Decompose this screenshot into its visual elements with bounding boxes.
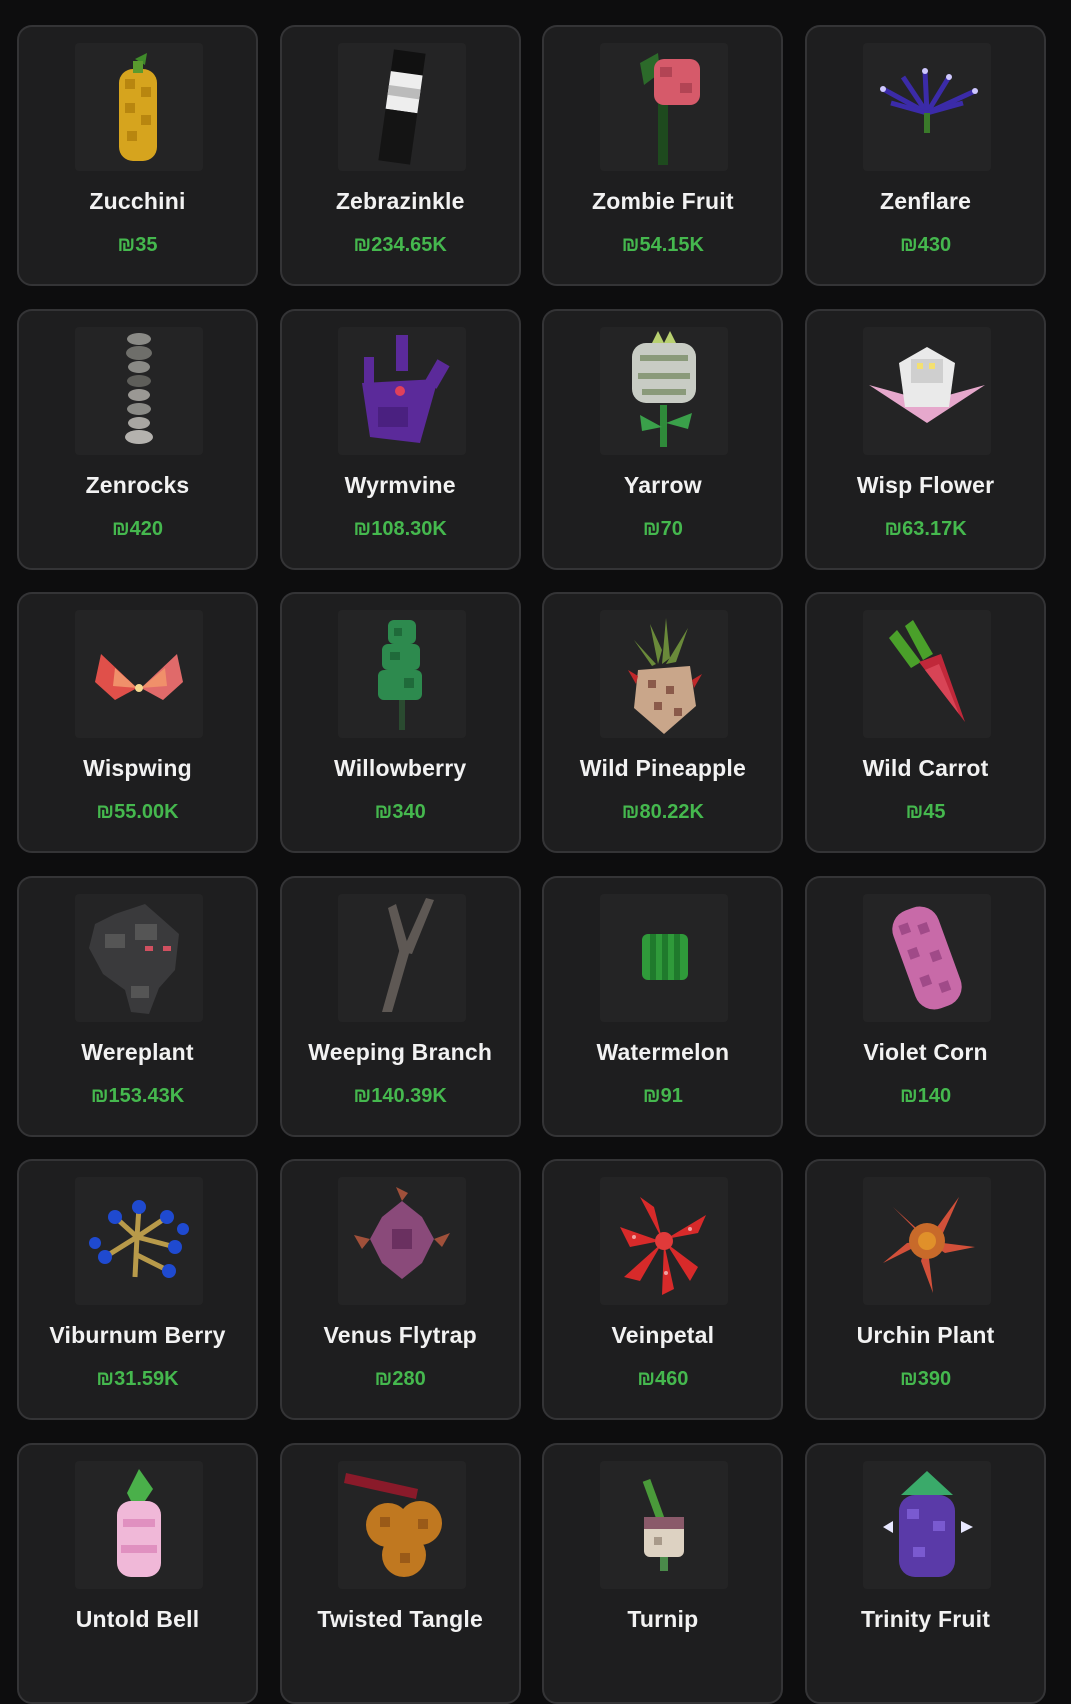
zenrocks-icon [75,326,203,455]
item-name: Yarrow [623,471,702,498]
item-card-venus-flytrap[interactable]: Venus Flytrap ₪280 [279,1159,521,1420]
item-grid: Zucchini ₪35 Zebrazinkle ₪234.65K Zombie… [17,25,1047,1704]
item-card-wereplant[interactable]: Wereplant ₪153.43K [17,875,258,1137]
item-card-wispwing[interactable]: Wispwing ₪55.00K [17,592,258,853]
item-price: ₪234.65K [353,234,447,256]
item-name: Zucchini [89,188,186,214]
willowberry-icon [337,610,466,738]
item-card-zenflare[interactable]: Zenflare ₪430 [805,25,1047,286]
wispwing-icon [75,610,203,738]
item-card-trinity-fruit[interactable]: Trinity Fruit [805,1442,1047,1704]
item-name: Turnip [627,1605,699,1632]
wyrmvine-icon [337,326,466,455]
item-price: ₪460 [637,1368,689,1390]
item-name: Wyrmvine [344,471,456,498]
item-price: ₪390 [900,1368,952,1390]
item-card-zombie-fruit[interactable]: Zombie Fruit ₪54.15K [542,25,784,286]
zebrazinkle-icon [337,43,466,171]
item-name: Wereplant [81,1038,194,1065]
item-price: ₪54.15K [621,234,704,256]
item-card-zucchini[interactable]: Zucchini ₪35 [17,25,258,286]
item-name: Veinpetal [611,1322,715,1348]
item-card-watermelon[interactable]: Watermelon ₪91 [542,875,784,1137]
item-card-wisp-flower[interactable]: Wisp Flower ₪63.17K [805,308,1047,570]
item-name: Urchin Plant [856,1322,995,1348]
item-name: Watermelon [596,1038,730,1065]
item-name: Willowberry [334,755,467,781]
viburnum-berry-icon [75,1177,203,1305]
item-price: ₪153.43K [90,1084,185,1107]
wild-carrot-icon [863,610,992,738]
item-name: Zebrazinkle [335,188,465,214]
wisp-flower-icon [863,326,992,455]
item-card-wyrmvine[interactable]: Wyrmvine ₪108.30K [279,308,521,570]
twisted-tangle-icon [337,1460,466,1589]
venus-flytrap-icon [337,1177,466,1305]
wild-pineapple-icon [600,610,729,738]
item-price: ₪140 [900,1084,952,1107]
zucchini-icon [75,43,203,171]
item-name: Wispwing [83,755,192,781]
item-name: Wisp Flower [856,471,995,498]
item-card-zebrazinkle[interactable]: Zebrazinkle ₪234.65K [279,25,521,286]
item-name: Violet Corn [863,1038,988,1065]
item-card-yarrow[interactable]: Yarrow ₪70 [542,308,784,570]
item-name: Weeping Branch [308,1038,493,1065]
veinpetal-icon [600,1177,729,1305]
item-price: ₪430 [900,234,952,256]
item-price: ₪280 [374,1368,426,1390]
item-card-veinpetal[interactable]: Veinpetal ₪460 [542,1159,784,1420]
zenflare-icon [863,43,992,171]
violet-corn-icon [863,893,992,1022]
item-name: Venus Flytrap [323,1322,477,1348]
item-price: ₪340 [374,801,426,823]
item-card-violet-corn[interactable]: Violet Corn ₪140 [805,875,1047,1137]
item-card-willowberry[interactable]: Willowberry ₪340 [279,592,521,853]
item-name: Zombie Fruit [592,188,734,214]
item-name: Wild Pineapple [579,755,746,781]
item-name: Viburnum Berry [49,1322,226,1348]
item-name: Wild Carrot [862,755,989,781]
turnip-icon [600,1460,729,1589]
item-card-turnip[interactable]: Turnip [542,1442,784,1704]
item-card-zenrocks[interactable]: Zenrocks ₪420 [17,308,258,570]
item-name: Twisted Tangle [317,1605,483,1632]
item-name: Untold Bell [75,1605,200,1632]
watermelon-icon [600,893,729,1022]
item-card-urchin-plant[interactable]: Urchin Plant ₪390 [805,1159,1047,1420]
item-price: ₪45 [905,801,946,823]
yarrow-icon [600,326,729,455]
weeping-branch-icon [337,893,466,1022]
wereplant-icon [75,893,203,1022]
item-price: ₪63.17K [884,517,967,540]
item-card-weeping-branch[interactable]: Weeping Branch ₪140.39K [279,875,521,1137]
untold-bell-icon [75,1460,203,1589]
item-name: Zenflare [880,188,972,214]
item-card-viburnum-berry[interactable]: Viburnum Berry ₪31.59K [17,1159,258,1420]
item-price: ₪91 [642,1084,683,1107]
trinity-fruit-icon [863,1460,992,1589]
item-card-wild-pineapple[interactable]: Wild Pineapple ₪80.22K [542,592,784,853]
item-price: ₪140.39K [353,1084,447,1107]
item-price: ₪31.59K [96,1368,179,1390]
item-price: ₪420 [111,517,164,540]
item-card-twisted-tangle[interactable]: Twisted Tangle [279,1442,521,1704]
item-card-untold-bell[interactable]: Untold Bell [17,1442,258,1704]
item-name: Zenrocks [85,471,190,498]
zombie-fruit-icon [600,43,729,171]
item-price: ₪80.22K [621,801,704,823]
item-price: ₪70 [642,517,683,540]
item-price: ₪55.00K [96,801,179,823]
item-price: ₪108.30K [353,517,447,540]
item-card-wild-carrot[interactable]: Wild Carrot ₪45 [805,592,1047,853]
urchin-plant-icon [863,1177,992,1305]
item-name: Trinity Fruit [861,1605,991,1632]
item-price: ₪35 [117,234,158,256]
